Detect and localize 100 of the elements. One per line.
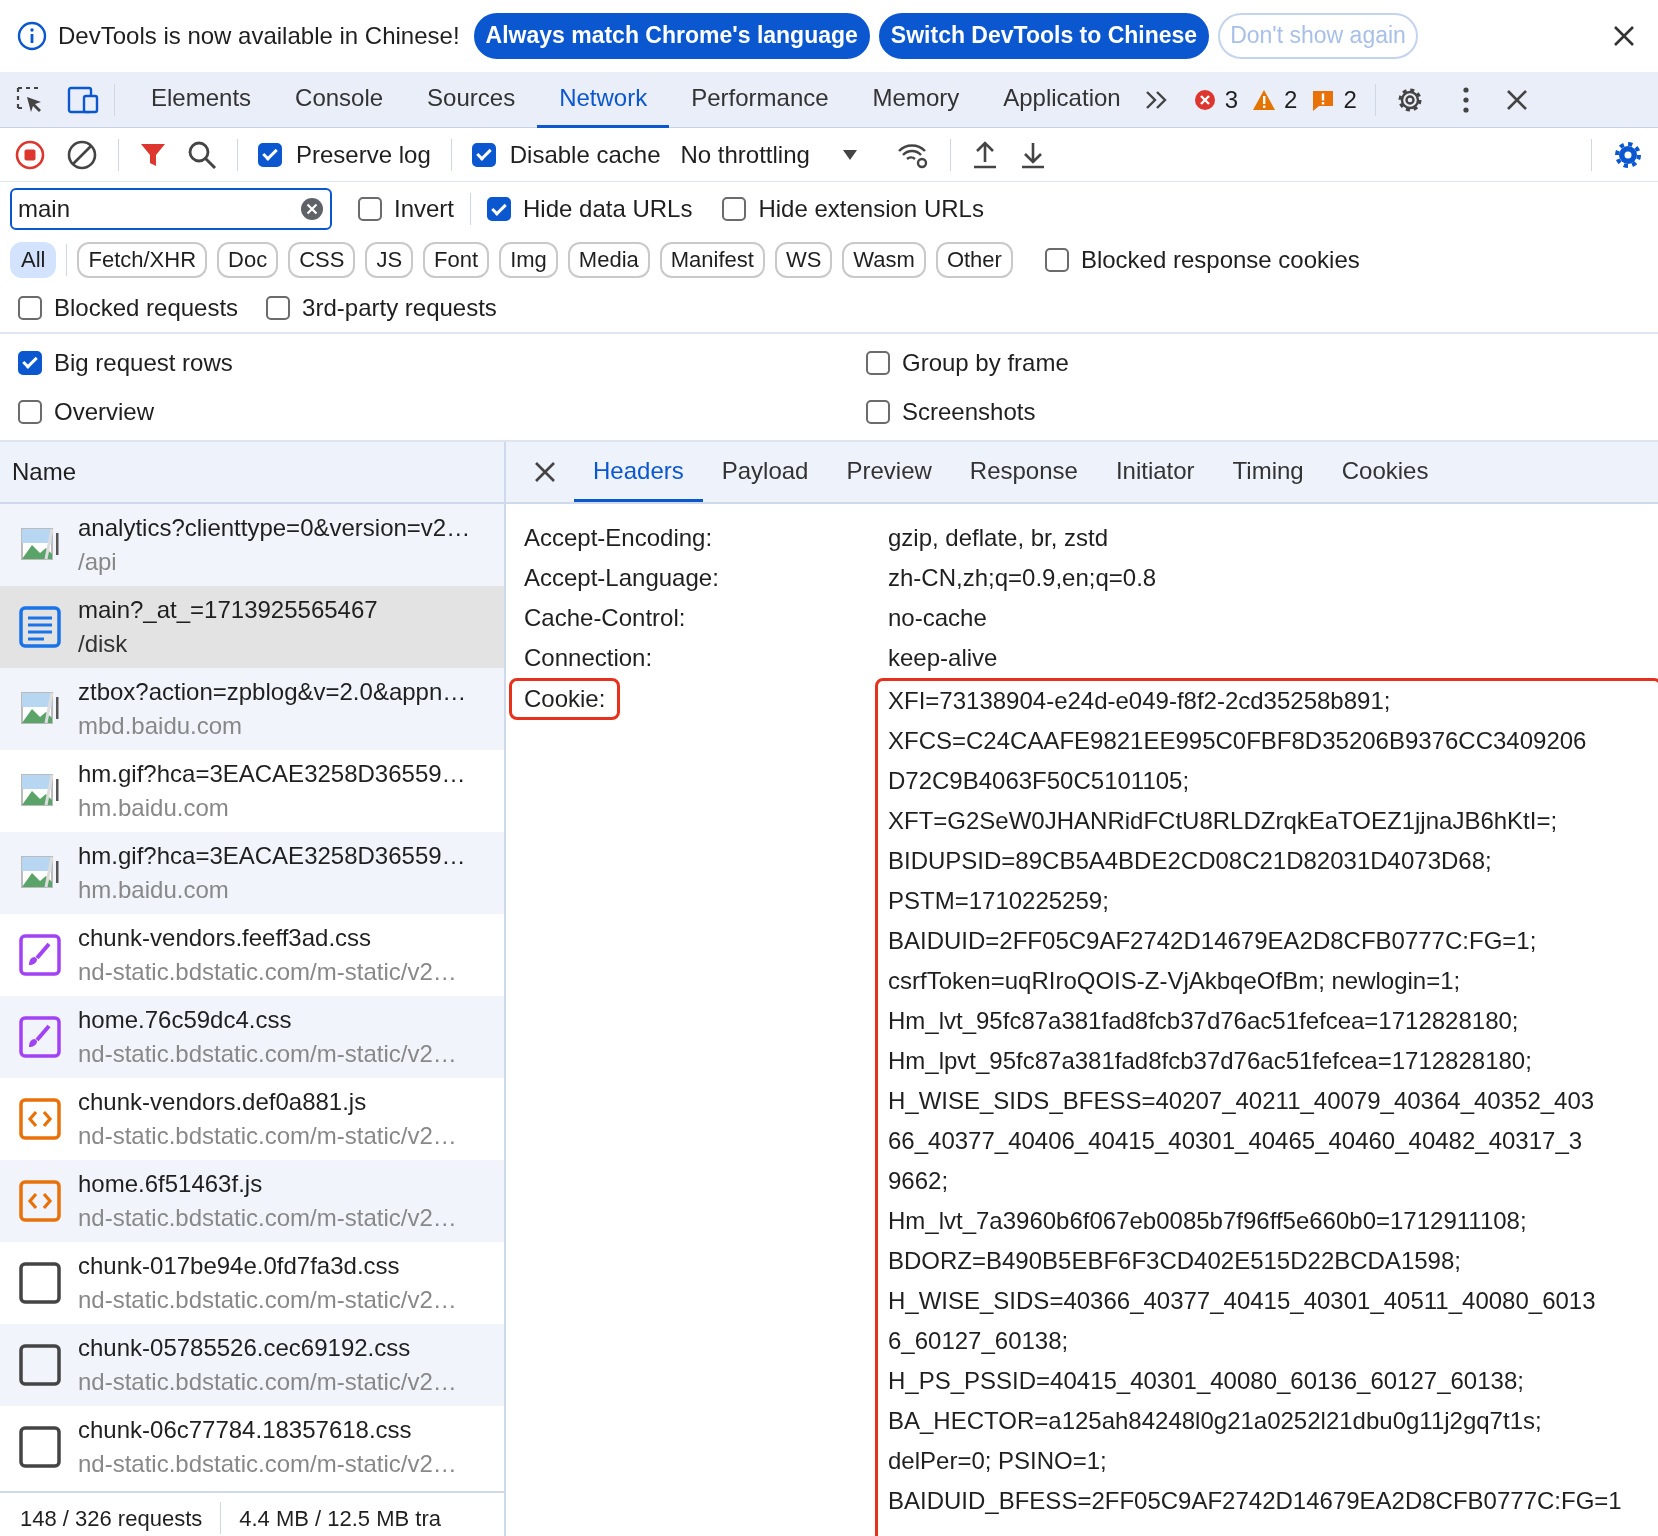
request-name: chunk-06c77784.18357618.css <box>78 1415 413 1446</box>
request-name: chunk-05785526.cec69192.css <box>78 1333 412 1364</box>
request-row[interactable]: hm.gif?hca=3EACAE3258D36559… hm.baidu.com <box>0 750 504 832</box>
infobar-button[interactable]: Switch DevTools to Chinese <box>878 13 1210 59</box>
header-value: csrfToken=uqRIroQOIS-Z-VjAkbqeOfBm; newlogin=1; <box>888 966 1462 996</box>
status-text: 4.4 MB / 12.5 MB tra <box>239 1504 441 1533</box>
checkbox[interactable] <box>266 296 291 320</box>
detail-tab[interactable]: Response <box>950 442 1097 502</box>
request-domain: /disk <box>78 629 129 659</box>
header-value: BA_HECTOR=a125ah84248l0g21a0252l21dbu0g11j2gq7t1s; <box>888 1406 1543 1436</box>
request-domain: /api <box>78 547 118 577</box>
request-row[interactable]: chunk-017be94e.0fd7fa3d.css nd-static.bdstatic.com/m-static/v2… <box>0 1242 504 1324</box>
request-row[interactable]: main?_at_=1713925565467 /disk <box>0 586 504 668</box>
checkbox[interactable] <box>18 350 42 375</box>
clear-icon[interactable] <box>300 197 324 221</box>
panel-tab[interactable]: Performance <box>669 71 851 128</box>
info-icon <box>16 20 48 52</box>
throttling-dropdown[interactable]: No throttling <box>680 136 810 173</box>
request-row[interactable]: ztbox?action=zpblog&v=2.0&appn… mbd.baidu.com <box>0 668 504 750</box>
header-value: 66_40377_40406_40415_40301_40465_40460_40482_40317_3 <box>888 1126 1584 1156</box>
panel-tab[interactable]: Application <box>981 71 1143 128</box>
checkbox[interactable] <box>471 142 496 167</box>
checkbox[interactable] <box>487 197 512 221</box>
request-row[interactable]: chunk-05785526.cec69192.css nd-static.bdstatic.com/m-static/v2… <box>0 1324 504 1406</box>
checkbox[interactable] <box>866 350 890 375</box>
header-value: 6_60127_60138; <box>888 1326 1070 1356</box>
checkbox[interactable] <box>866 399 890 424</box>
caret-icon[interactable] <box>841 148 858 161</box>
panel-tab[interactable]: Network <box>537 71 670 128</box>
panel-tab[interactable]: Memory <box>850 71 982 128</box>
request-row[interactable]: home.76c59dc4.css nd-static.bdstatic.com/m-static/v2… <box>0 996 504 1078</box>
infobar-message: DevTools is now available in Chinese! <box>58 21 460 51</box>
type-filter[interactable]: Fetch/XHR <box>77 241 208 279</box>
status-text: 148 / 326 requests <box>20 1504 203 1533</box>
type-filter[interactable]: Img <box>499 241 558 279</box>
type-filter[interactable]: Other <box>935 241 1013 279</box>
request-domain: nd-static.bdstatic.com/m-static/v2… <box>78 1203 457 1233</box>
detail-tab[interactable]: Timing <box>1213 442 1323 502</box>
request-domain: hm.baidu.com <box>78 793 230 823</box>
header-value: 9662; <box>888 1166 950 1196</box>
request-row[interactable]: analytics?clienttype=0&version=v2… /api <box>0 504 504 586</box>
type-filter[interactable]: WS <box>774 241 833 279</box>
type-filter[interactable]: All <box>10 241 57 279</box>
header-value: zh-CN,zh;q=0.9,en;q=0.8 <box>888 563 1158 593</box>
type-filter[interactable]: Font <box>423 241 490 279</box>
type-filter[interactable]: JS <box>365 241 414 279</box>
stop-recording-icon[interactable] <box>14 138 46 171</box>
type-filter[interactable]: Media <box>567 241 650 279</box>
panel-tab[interactable]: Elements <box>129 71 274 128</box>
panel-tab[interactable]: Console <box>273 71 406 128</box>
close-icon[interactable] <box>1505 88 1528 111</box>
checkbox[interactable] <box>722 197 747 221</box>
request-row[interactable]: hm.gif?hca=3EACAE3258D36559… hm.baidu.com <box>0 832 504 914</box>
header-name: Accept-Encoding: <box>524 523 714 553</box>
checkbox[interactable] <box>18 399 42 424</box>
request-row[interactable]: home.6f51463f.js nd-static.bdstatic.com/m-static/v2… <box>0 1160 504 1242</box>
filter-field[interactable]: main <box>10 188 332 230</box>
checkbox-label: Blocked requests <box>54 293 239 323</box>
header-value: XFI=73138904-e24d-e049-f8f2-2cd35258b891; <box>888 686 1392 716</box>
checkbox-label: 3rd-party requests <box>302 293 497 323</box>
request-row[interactable]: chunk-vendors.feeff3ad.css nd-static.bdstatic.com/m-static/v2… <box>0 914 504 996</box>
checkbox-label: Group by frame <box>902 347 1069 378</box>
header-value: H_WISE_SIDS_BFESS=40207_40211_40079_40364_40352_403 <box>888 1086 1596 1116</box>
request-name: chunk-017be94e.0fd7fa3d.css <box>78 1251 401 1282</box>
type-filter[interactable]: Wasm <box>842 241 926 279</box>
infobar-button[interactable]: Always match Chrome's language <box>473 13 870 59</box>
request-name: hm.gif?hca=3EACAE3258D36559… <box>78 759 466 790</box>
detail-tab[interactable]: Payload <box>702 442 828 502</box>
close-icon[interactable] <box>1612 24 1636 48</box>
more-options-icon[interactable] <box>1461 85 1470 114</box>
type-filter[interactable]: Doc <box>217 241 279 279</box>
request-row[interactable]: chunk-06c77784.18357618.css nd-static.bdstatic.com/m-static/v2… <box>0 1406 504 1488</box>
search-icon[interactable] <box>187 139 217 170</box>
request-name: home.6f51463f.js <box>78 1169 264 1200</box>
column-header[interactable]: Name <box>12 454 77 490</box>
request-domain: nd-static.bdstatic.com/m-static/v2… <box>78 1449 457 1479</box>
checkbox[interactable] <box>18 296 42 320</box>
checkbox[interactable] <box>1044 248 1069 272</box>
request-row[interactable]: chunk-vendors.def0a881.js nd-static.bdstatic.com/m-static/v2… <box>0 1078 504 1160</box>
type-filter[interactable]: Manifest <box>659 241 765 279</box>
clear-icon[interactable] <box>66 138 98 171</box>
checkbox-label: Invert <box>394 194 455 224</box>
header-value: D72C9B4063F50C5101105; <box>888 766 1191 796</box>
detail-tab[interactable]: Headers <box>574 442 703 502</box>
panel-tab[interactable]: Sources <box>405 71 538 128</box>
header-value: Hm_lvt_95fc87a381fad8fcb37d76ac51fefcea=1712828180; <box>888 1006 1520 1036</box>
close-icon[interactable] <box>534 461 556 483</box>
file-icon <box>18 1343 62 1387</box>
request-name: hm.gif?hca=3EACAE3258D36559… <box>78 841 466 872</box>
checkbox[interactable] <box>258 142 282 167</box>
detail-tab[interactable]: Cookies <box>1322 442 1448 502</box>
request-name: ztbox?action=zpblog&v=2.0&appn… <box>78 677 467 708</box>
type-filter[interactable]: CSS <box>288 241 356 279</box>
detail-tab[interactable]: Initiator <box>1096 442 1214 502</box>
detail-tab[interactable]: Preview <box>827 442 951 502</box>
checkbox[interactable] <box>358 197 382 221</box>
header-value: gzip, deflate, br, zstd <box>888 523 1110 553</box>
header-value: BIDUPSID=89CB5A4BDE2CD08C21D82031D4073D68; <box>888 846 1493 876</box>
code-icon <box>18 1097 62 1141</box>
header-value: PSTM=1710225259; <box>888 886 1110 916</box>
